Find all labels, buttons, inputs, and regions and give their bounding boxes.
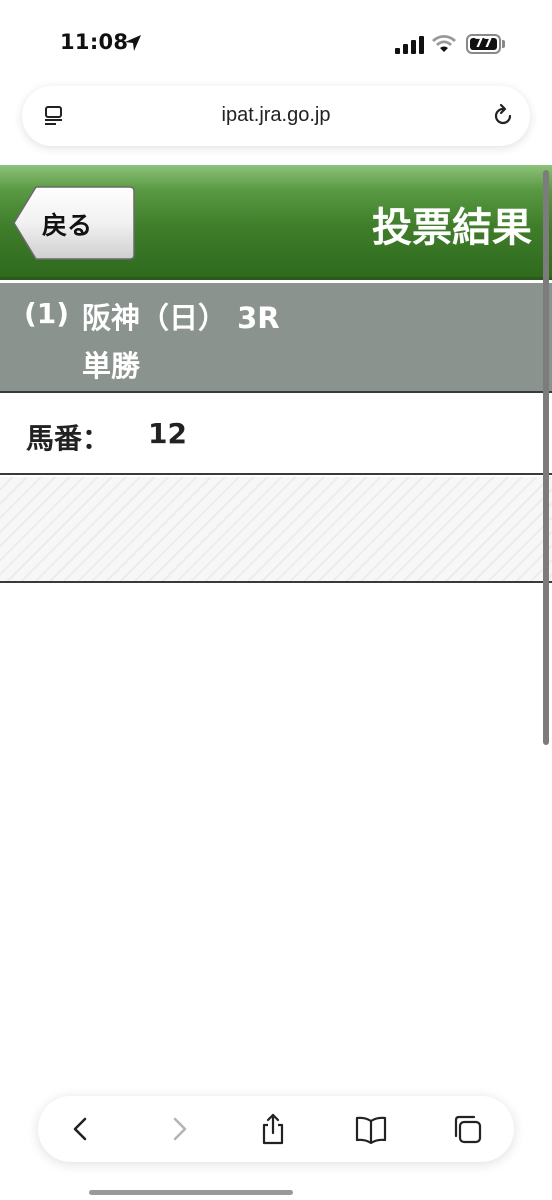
battery-level: 77 [474, 36, 493, 51]
status-bar: 11:08 77 [0, 0, 552, 80]
race-number: (1) [24, 297, 70, 330]
status-time: 11:08 [60, 30, 129, 54]
horse-number-label: 馬番： [26, 422, 111, 455]
back-button-label[interactable]: 戻る [42, 206, 92, 242]
battery-icon: 77 [466, 34, 506, 54]
bet-type: 単勝 [82, 349, 141, 383]
bookmarks-icon[interactable] [354, 1112, 388, 1146]
cellular-signal-icon [395, 36, 424, 54]
race-name: 阪神（日） 3R [82, 301, 280, 335]
reload-icon[interactable] [490, 103, 516, 129]
horse-number-value: 12 [148, 417, 187, 450]
horse-number-row: 馬番： 12 [0, 395, 552, 475]
address-bar[interactable]: ipat.jra.go.jp [22, 86, 530, 146]
browser-toolbar [38, 1096, 514, 1162]
tabs-icon[interactable] [450, 1112, 484, 1146]
race-info: (1) 阪神（日） 3R 単勝 [0, 283, 552, 393]
url-text[interactable]: ipat.jra.go.jp [22, 104, 530, 127]
striped-divider [0, 477, 552, 583]
share-icon[interactable] [256, 1112, 290, 1146]
back-button[interactable]: 戻る [12, 185, 136, 261]
page-header: 戻る 投票結果 [0, 165, 552, 280]
forward-icon[interactable] [162, 1112, 196, 1146]
scrollbar[interactable] [543, 170, 549, 745]
home-indicator[interactable] [89, 1190, 293, 1195]
location-arrow-icon [125, 35, 141, 51]
wifi-icon [432, 35, 456, 52]
back-icon[interactable] [64, 1112, 98, 1146]
page-title: 投票結果 [372, 205, 532, 251]
